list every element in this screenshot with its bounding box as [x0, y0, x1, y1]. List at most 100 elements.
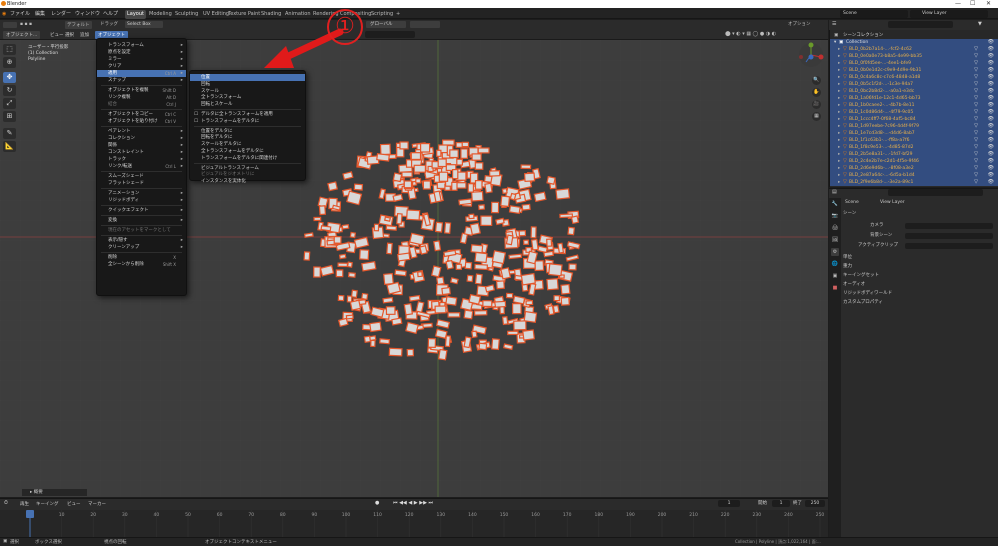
- outliner-object-row[interactable]: ▸ ▽ BLD_2d6e9d6b-...-8f08-a3e2 ▽ 👁: [830, 165, 998, 172]
- current-frame-field[interactable]: 1: [718, 500, 740, 507]
- visibility-eye-icon[interactable]: 👁: [988, 81, 994, 88]
- object-tab-icon[interactable]: ■: [831, 284, 839, 292]
- object-menu-item[interactable]: コンストレイント ▸: [97, 149, 186, 156]
- tab-layout[interactable]: Layout: [125, 10, 146, 19]
- viewlayer-tab-icon[interactable]: 🖼: [831, 236, 839, 244]
- tab-texture-paint[interactable]: Texture Paint: [226, 10, 262, 19]
- menu-keying[interactable]: キーイング: [36, 501, 59, 507]
- object-menu-item[interactable]: リジッドボディ ▸: [97, 197, 186, 204]
- outliner-object-row[interactable]: ▸ ▽ BLD_1ccc4ff7-0f68-4af5-bc84 ▽ 👁: [830, 116, 998, 123]
- outliner-object-row[interactable]: ▸ ▽ BLD_0e0a0e73-b8a5-4e99-bb35 ▽ 👁: [830, 53, 998, 60]
- summary-channel[interactable]: ▸ 概要: [22, 489, 87, 496]
- timeline-area[interactable]: 0102030405060708090100110120130140150160…: [0, 510, 828, 537]
- visibility-eye-icon[interactable]: 👁: [988, 60, 994, 67]
- menu-file[interactable]: ファイル: [10, 10, 30, 19]
- menu-view[interactable]: ビュー: [50, 32, 64, 38]
- object-menu-item[interactable]: コレクション ▸: [97, 135, 186, 142]
- camera-view-icon[interactable]: 🎥: [812, 100, 821, 109]
- editor-type-icon[interactable]: [3, 22, 17, 28]
- collection-row[interactable]: ▾ ▣ Collection 👁: [830, 39, 998, 46]
- menu-edit[interactable]: 編集: [35, 10, 45, 19]
- outliner-object-row[interactable]: ▸ ▽ BLD_2b5e8a31-...-1fd7-bf29 ▽ 👁: [830, 151, 998, 158]
- move-tool-icon[interactable]: ✥: [3, 72, 16, 83]
- visibility-eye-icon[interactable]: 👁: [988, 151, 994, 158]
- object-menu-item[interactable]: オブジェクトをコピー Ctrl C: [97, 111, 186, 118]
- menu-help[interactable]: ヘルプ: [103, 10, 118, 19]
- apply-menu-item[interactable]: ☐ トランスフォームをデルタに: [190, 118, 305, 125]
- object-menu-item[interactable]: 変換 ▸: [97, 217, 186, 224]
- filter-icon[interactable]: ▼: [978, 21, 982, 27]
- menu-add[interactable]: 追加: [80, 32, 89, 38]
- outliner-editor-icon[interactable]: ☰: [832, 21, 836, 27]
- navigation-gizmo[interactable]: [798, 42, 824, 68]
- object-menu-item[interactable]: 全シーンから削除 Shift X: [97, 261, 186, 268]
- transform-pivot[interactable]: デフォルト: [65, 21, 92, 29]
- visibility-eye-icon[interactable]: 👁: [988, 53, 994, 60]
- tab-animation[interactable]: Animation: [283, 10, 313, 19]
- object-menu-item[interactable]: スムーズシェード: [97, 173, 186, 180]
- tab-modeling[interactable]: Modeling: [147, 10, 174, 19]
- add-workspace-button[interactable]: +: [394, 10, 402, 19]
- options-dropdown[interactable]: オプション: [788, 21, 811, 27]
- tab-sculpting[interactable]: Sculpting: [173, 10, 200, 19]
- scene-section-header[interactable]: シーン: [843, 210, 856, 218]
- properties-search-input[interactable]: [888, 189, 983, 196]
- object-menu-item[interactable]: クイックエフェクト ▸: [97, 207, 186, 214]
- object-menu-item[interactable]: スナップ ▸: [97, 77, 186, 84]
- panel-audio[interactable]: オーディオ: [843, 281, 865, 289]
- outliner-object-row[interactable]: ▸ ▽ BLD_0b2b7a14-...-fcf2-4c62 ▽ 👁: [830, 46, 998, 53]
- output-tab-icon[interactable]: 🖨: [831, 224, 839, 232]
- active-clip-field[interactable]: [905, 243, 993, 249]
- object-menu-item[interactable]: ミラー ▸: [97, 56, 186, 63]
- timeline-editor-icon[interactable]: ⏱: [4, 500, 8, 506]
- snapping-controls[interactable]: [410, 21, 440, 28]
- background-scene-field[interactable]: [905, 233, 993, 239]
- select-mode-icons[interactable]: ▪ ▪ ▪: [20, 22, 48, 28]
- apply-menu-item[interactable]: トランスフォームをデルタに関連付け: [190, 155, 305, 162]
- annotate-tool-icon[interactable]: ✎: [3, 128, 16, 139]
- object-menu-item[interactable]: 表示/隠す ▸: [97, 237, 186, 244]
- menu-timeline-view[interactable]: ビュー: [67, 501, 81, 507]
- visibility-eye-icon[interactable]: 👁: [988, 109, 994, 116]
- visibility-eye-icon[interactable]: 👁: [988, 123, 994, 130]
- tool-tab-icon[interactable]: 🔧: [831, 200, 839, 208]
- panel-keying-sets[interactable]: キーイングセット: [843, 272, 879, 280]
- camera-field[interactable]: [905, 223, 993, 229]
- visibility-eye-icon[interactable]: 👁: [988, 46, 994, 53]
- object-menu-item[interactable]: ペアレント ▸: [97, 128, 186, 135]
- object-menu-item[interactable]: 適用 Ctrl A ▸: [97, 70, 186, 77]
- object-menu-item[interactable]: 現在のアセットをマークとして: [97, 227, 186, 234]
- object-menu-item[interactable]: フラットシェード: [97, 180, 186, 187]
- close-button[interactable]: ✕: [986, 0, 991, 8]
- playhead-marker[interactable]: [26, 510, 34, 518]
- object-menu-item[interactable]: 削除 X: [97, 254, 186, 261]
- mode-dropdown[interactable]: オブジェクト...: [3, 31, 41, 39]
- scene-collection-row[interactable]: ▣ シーンコレクション: [830, 32, 998, 39]
- outliner-object-row[interactable]: ▸ ▽ BLD_1e7cd3d8-...-d4d6-8ab7 ▽ 👁: [830, 130, 998, 137]
- ortho-toggle-icon[interactable]: ▦: [812, 112, 821, 121]
- visibility-eye-icon[interactable]: 👁: [988, 67, 994, 74]
- scene-tab-icon[interactable]: ⚙: [831, 248, 839, 256]
- global-dropdown[interactable]: [365, 31, 415, 38]
- panel-gravity[interactable]: 重力: [843, 263, 852, 271]
- tab-scripting[interactable]: Scripting: [369, 10, 395, 19]
- object-menu-item[interactable]: オブジェクトを複製 Shift D: [97, 87, 186, 94]
- outliner-object-row[interactable]: ▸ ▽ BLD_2f9e6b8d-...-3e2a-89c1 ▽ 👁: [830, 179, 998, 186]
- visibility-eye-icon[interactable]: 👁: [988, 137, 994, 144]
- cursor-tool-icon[interactable]: ⊕: [3, 57, 16, 68]
- visibility-eye-icon[interactable]: 👁: [988, 102, 994, 109]
- rotate-tool-icon[interactable]: ↻: [3, 85, 16, 96]
- outliner-object-row[interactable]: ▸ ▽ BLD_1a06fd1e-12c1-4d65-bb73 ▽ 👁: [830, 95, 998, 102]
- object-menu-item[interactable]: 結合 Ctrl J: [97, 101, 186, 108]
- tweak-tool-icon[interactable]: ⬚: [3, 44, 16, 55]
- object-menu-item[interactable]: オブジェクトを貼り付け Ctrl V: [97, 118, 186, 125]
- outliner-object-row[interactable]: ▸ ▽ BLD_0b0e1d2c-c9e9-4d9e-9b31 ▽ 👁: [830, 67, 998, 74]
- visibility-eye-icon[interactable]: 👁: [988, 179, 994, 186]
- select-box-dropdown[interactable]: Select Box: [125, 21, 163, 28]
- visibility-eye-icon[interactable]: 👁: [988, 144, 994, 151]
- transform-tool-icon[interactable]: ⊞: [3, 111, 16, 122]
- outliner-object-row[interactable]: ▸ ▽ BLD_0c4a6c8c-c7c6-4848-a1d8 ▽ 👁: [830, 74, 998, 81]
- outliner-object-row[interactable]: ▸ ▽ BLD_1f8c9e53-...-4d85-87d2 ▽ 👁: [830, 144, 998, 151]
- minimize-button[interactable]: —: [955, 0, 961, 8]
- measure-tool-icon[interactable]: 📐: [3, 141, 16, 152]
